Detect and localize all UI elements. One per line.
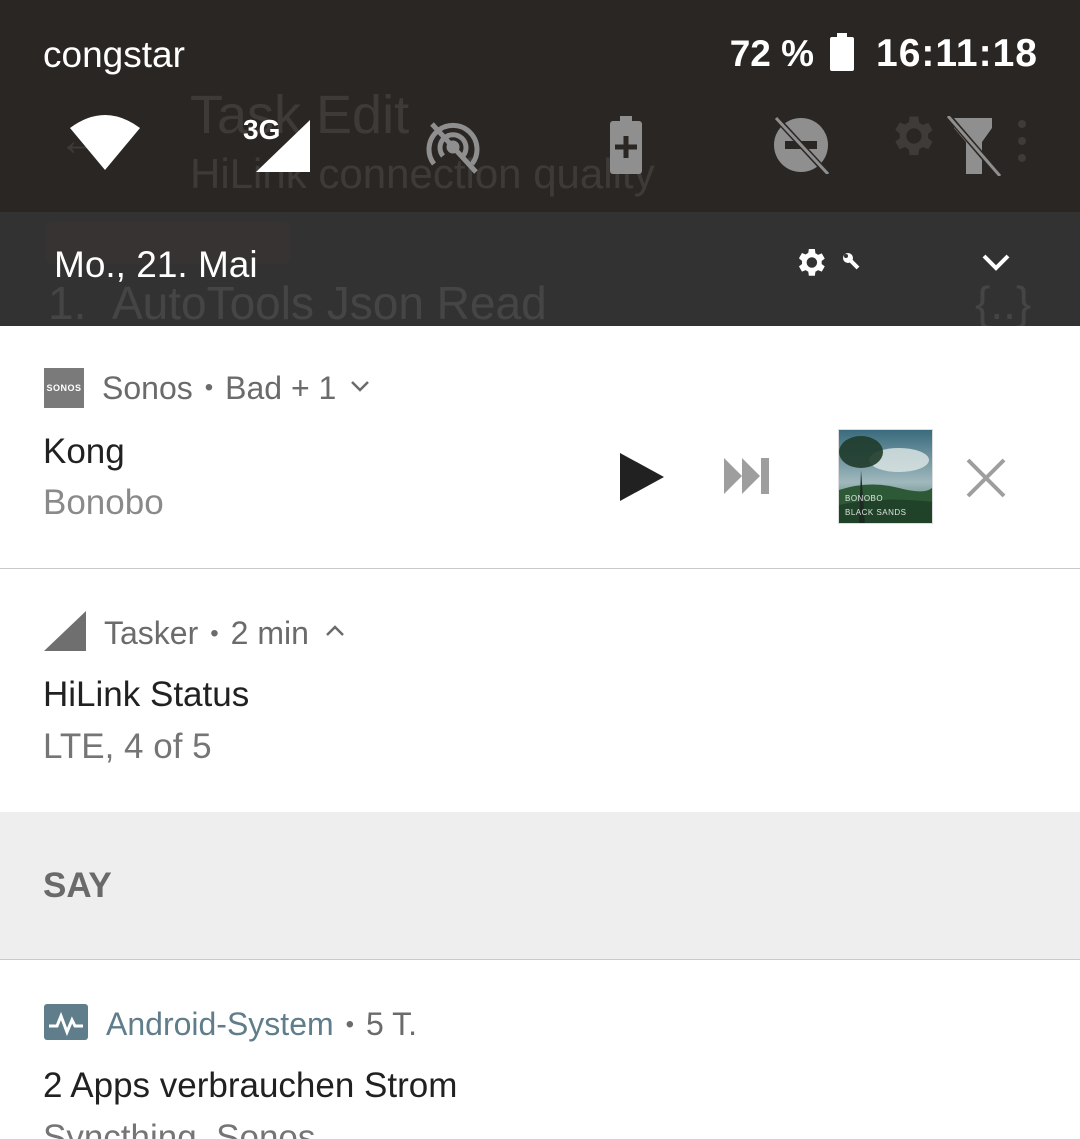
notification-text: LTE, 4 of 5 bbox=[43, 727, 212, 766]
notification-app-name: Tasker bbox=[104, 615, 199, 651]
skip-next-icon[interactable] bbox=[724, 458, 770, 499]
tasker-notification-header: Tasker • 2 min bbox=[44, 611, 345, 656]
android-system-notification[interactable]: Android-System • 5 T. 2 Apps verbrauchen… bbox=[0, 960, 1080, 1139]
cellular-signal-icon[interactable] bbox=[256, 120, 310, 177]
battery-percent: 72 % bbox=[729, 33, 815, 74]
settings-gear-ghost-icon bbox=[886, 110, 938, 167]
notification-meta: Bad + 1 bbox=[225, 369, 337, 406]
overflow-ghost-icon bbox=[1016, 118, 1028, 169]
separator-dot: • bbox=[345, 1010, 355, 1038]
separator-dot: • bbox=[204, 374, 214, 401]
media-track-title: Kong bbox=[43, 432, 125, 471]
say-action-button[interactable]: SAY bbox=[43, 866, 112, 906]
notification-app-name: Sonos bbox=[102, 369, 193, 406]
settings-icon[interactable] bbox=[794, 244, 866, 289]
signal-triangle-icon bbox=[44, 611, 86, 656]
notification-shade: ← Task Edit HiLink connection quality co… bbox=[0, 0, 1080, 326]
android-system-notification-header: Android-System • 5 T. bbox=[44, 1004, 417, 1045]
close-icon[interactable] bbox=[965, 457, 1007, 504]
notification-title: 2 Apps verbrauchen Strom bbox=[43, 1066, 458, 1105]
media-artist: Bonobo bbox=[43, 483, 164, 522]
notification-title: HiLink Status bbox=[43, 675, 250, 714]
notification-actions: SAY bbox=[0, 812, 1080, 959]
notification-app-name: Android-System bbox=[106, 1006, 334, 1042]
battery-usage-icon bbox=[44, 1004, 88, 1045]
date-label: Mo., 21. Mai bbox=[54, 244, 258, 285]
hotspot-off-icon[interactable] bbox=[424, 118, 482, 181]
sonos-app-icon: SONOS bbox=[44, 368, 84, 408]
notification-meta: 5 T. bbox=[366, 1006, 418, 1042]
background-braces: {..} bbox=[975, 277, 1032, 326]
status-bar-right: 72 % 16:11:18 bbox=[730, 32, 1038, 76]
clock: 16:11:18 bbox=[876, 32, 1038, 75]
battery-icon bbox=[830, 32, 855, 76]
expand-chevron-icon[interactable] bbox=[980, 252, 1012, 279]
carrier-name: congstar bbox=[43, 34, 185, 75]
wifi-icon[interactable] bbox=[70, 110, 140, 177]
tasker-notification[interactable]: Tasker • 2 min HiLink Status LTE, 4 of 5… bbox=[0, 569, 1080, 959]
album-art-album: BLACK SANDS bbox=[845, 508, 907, 517]
notification-text: Syncthing, Sonos bbox=[43, 1118, 316, 1139]
collapse-chevron-icon[interactable] bbox=[325, 624, 345, 643]
album-art-artist: BONOBO bbox=[845, 494, 884, 503]
notification-meta: 2 min bbox=[230, 615, 309, 651]
battery-saver-icon[interactable] bbox=[610, 116, 642, 179]
separator-dot: • bbox=[210, 619, 219, 647]
play-icon[interactable] bbox=[620, 453, 664, 506]
sonos-notification-header: SONOS Sonos • Bad + 1 bbox=[44, 368, 370, 408]
sonos-notification[interactable]: SONOS Sonos • Bad + 1 Kong Bonobo BONOBO… bbox=[0, 326, 1080, 568]
album-art: BONOBO BLACK SANDS bbox=[838, 429, 933, 524]
do-not-disturb-off-icon[interactable] bbox=[772, 116, 830, 179]
date-bar: 1. AutoTools Json Read {..} Mo., 21. Mai bbox=[0, 212, 1080, 326]
expand-chevron-icon[interactable] bbox=[350, 379, 370, 398]
flashlight-off-icon[interactable] bbox=[946, 115, 1002, 181]
